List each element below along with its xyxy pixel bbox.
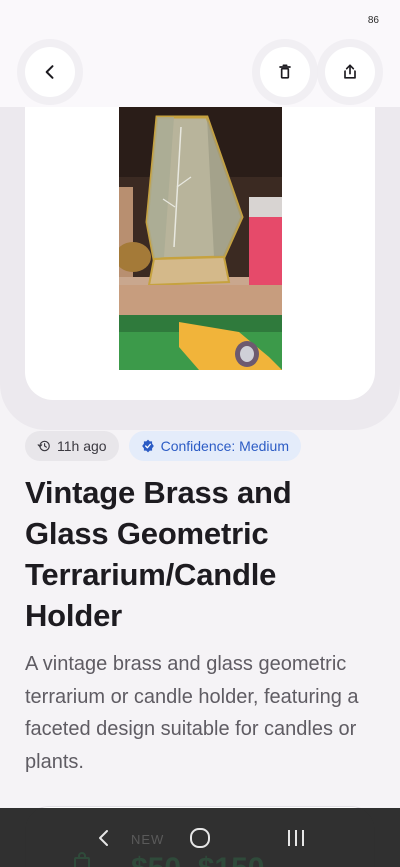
item-meta-chips: 11h ago Confidence: Medium: [25, 431, 301, 461]
item-title: Vintage Brass and Glass Geometric Terrar…: [25, 475, 292, 633]
price-card-label: NEW: [131, 832, 165, 847]
home-icon: [190, 827, 210, 848]
share-icon: [344, 64, 356, 79]
confidence-label: Confidence: Medium: [160, 438, 289, 454]
battery-level: 86: [367, 14, 379, 26]
history-icon: [37, 440, 50, 452]
status-bar: 86: [0, 0, 400, 40]
nav-home-button[interactable]: [180, 818, 220, 858]
back-icon: [99, 829, 108, 846]
nav-recents-button[interactable]: [276, 818, 316, 858]
trash-icon: [279, 64, 291, 79]
item-description: A vintage brass and glass geometric terr…: [25, 653, 359, 773]
share-button[interactable]: [325, 47, 375, 97]
item-photo[interactable]: [119, 107, 282, 370]
verified-badge-icon: [141, 439, 154, 453]
system-navigation-bar: NEW $50–$150: [0, 808, 400, 867]
confidence-chip: Confidence: Medium: [128, 431, 301, 461]
time-ago-chip: 11h ago: [25, 431, 119, 461]
chevron-left-icon: [45, 65, 54, 79]
time-ago-label: 11h ago: [57, 438, 107, 454]
delete-button[interactable]: [260, 47, 310, 97]
recents-icon: [288, 829, 304, 846]
nav-back-button[interactable]: [84, 818, 124, 858]
back-button[interactable]: [25, 47, 75, 97]
